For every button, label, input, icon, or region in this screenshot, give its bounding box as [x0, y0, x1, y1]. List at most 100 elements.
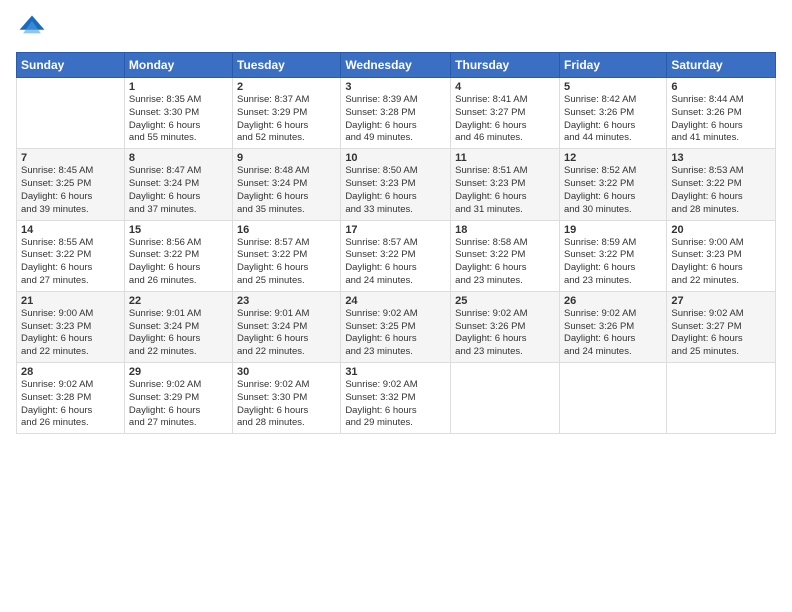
col-header-friday: Friday: [559, 53, 666, 78]
week-row-2: 14Sunrise: 8:55 AM Sunset: 3:22 PM Dayli…: [17, 220, 776, 291]
day-info: Sunrise: 8:45 AM Sunset: 3:25 PM Dayligh…: [21, 165, 120, 216]
col-header-thursday: Thursday: [451, 53, 560, 78]
day-info: Sunrise: 9:01 AM Sunset: 3:24 PM Dayligh…: [237, 308, 336, 359]
day-info: Sunrise: 8:41 AM Sunset: 3:27 PM Dayligh…: [455, 94, 555, 145]
day-number: 16: [237, 224, 336, 236]
week-row-0: 1Sunrise: 8:35 AM Sunset: 3:30 PM Daylig…: [17, 78, 776, 149]
header: [16, 12, 776, 44]
week-row-4: 28Sunrise: 9:02 AM Sunset: 3:28 PM Dayli…: [17, 363, 776, 434]
day-info: Sunrise: 8:47 AM Sunset: 3:24 PM Dayligh…: [129, 165, 228, 216]
day-number: 19: [564, 224, 662, 236]
day-cell: 9Sunrise: 8:48 AM Sunset: 3:24 PM Daylig…: [233, 149, 341, 220]
day-number: 28: [21, 366, 120, 378]
day-cell: [451, 363, 560, 434]
day-cell: 21Sunrise: 9:00 AM Sunset: 3:23 PM Dayli…: [17, 291, 125, 362]
day-info: Sunrise: 8:55 AM Sunset: 3:22 PM Dayligh…: [21, 237, 120, 288]
day-info: Sunrise: 8:59 AM Sunset: 3:22 PM Dayligh…: [564, 237, 662, 288]
week-row-1: 7Sunrise: 8:45 AM Sunset: 3:25 PM Daylig…: [17, 149, 776, 220]
day-cell: 28Sunrise: 9:02 AM Sunset: 3:28 PM Dayli…: [17, 363, 125, 434]
day-cell: 24Sunrise: 9:02 AM Sunset: 3:25 PM Dayli…: [341, 291, 451, 362]
day-cell: 30Sunrise: 9:02 AM Sunset: 3:30 PM Dayli…: [233, 363, 341, 434]
day-cell: 15Sunrise: 8:56 AM Sunset: 3:22 PM Dayli…: [124, 220, 232, 291]
day-info: Sunrise: 8:57 AM Sunset: 3:22 PM Dayligh…: [237, 237, 336, 288]
day-cell: 22Sunrise: 9:01 AM Sunset: 3:24 PM Dayli…: [124, 291, 232, 362]
day-cell: 3Sunrise: 8:39 AM Sunset: 3:28 PM Daylig…: [341, 78, 451, 149]
day-info: Sunrise: 9:02 AM Sunset: 3:30 PM Dayligh…: [237, 379, 336, 430]
calendar-header-row: SundayMondayTuesdayWednesdayThursdayFrid…: [17, 53, 776, 78]
week-row-3: 21Sunrise: 9:00 AM Sunset: 3:23 PM Dayli…: [17, 291, 776, 362]
day-cell: 7Sunrise: 8:45 AM Sunset: 3:25 PM Daylig…: [17, 149, 125, 220]
day-info: Sunrise: 8:56 AM Sunset: 3:22 PM Dayligh…: [129, 237, 228, 288]
day-number: 22: [129, 295, 228, 307]
col-header-sunday: Sunday: [17, 53, 125, 78]
day-number: 5: [564, 81, 662, 93]
day-cell: 16Sunrise: 8:57 AM Sunset: 3:22 PM Dayli…: [233, 220, 341, 291]
day-number: 13: [671, 152, 771, 164]
day-number: 27: [671, 295, 771, 307]
day-number: 6: [671, 81, 771, 93]
day-cell: [559, 363, 666, 434]
day-info: Sunrise: 8:51 AM Sunset: 3:23 PM Dayligh…: [455, 165, 555, 216]
day-number: 18: [455, 224, 555, 236]
day-cell: 26Sunrise: 9:02 AM Sunset: 3:26 PM Dayli…: [559, 291, 666, 362]
day-number: 11: [455, 152, 555, 164]
day-info: Sunrise: 8:57 AM Sunset: 3:22 PM Dayligh…: [345, 237, 446, 288]
day-info: Sunrise: 8:53 AM Sunset: 3:22 PM Dayligh…: [671, 165, 771, 216]
day-info: Sunrise: 9:02 AM Sunset: 3:26 PM Dayligh…: [455, 308, 555, 359]
day-cell: 13Sunrise: 8:53 AM Sunset: 3:22 PM Dayli…: [667, 149, 776, 220]
day-info: Sunrise: 8:50 AM Sunset: 3:23 PM Dayligh…: [345, 165, 446, 216]
day-cell: 5Sunrise: 8:42 AM Sunset: 3:26 PM Daylig…: [559, 78, 666, 149]
day-number: 12: [564, 152, 662, 164]
day-info: Sunrise: 9:02 AM Sunset: 3:29 PM Dayligh…: [129, 379, 228, 430]
day-info: Sunrise: 8:39 AM Sunset: 3:28 PM Dayligh…: [345, 94, 446, 145]
day-info: Sunrise: 9:02 AM Sunset: 3:25 PM Dayligh…: [345, 308, 446, 359]
day-info: Sunrise: 8:35 AM Sunset: 3:30 PM Dayligh…: [129, 94, 228, 145]
day-number: 1: [129, 81, 228, 93]
day-number: 26: [564, 295, 662, 307]
day-info: Sunrise: 8:44 AM Sunset: 3:26 PM Dayligh…: [671, 94, 771, 145]
logo-icon: [16, 12, 48, 44]
day-cell: 12Sunrise: 8:52 AM Sunset: 3:22 PM Dayli…: [559, 149, 666, 220]
day-cell: [667, 363, 776, 434]
col-header-saturday: Saturday: [667, 53, 776, 78]
day-info: Sunrise: 9:02 AM Sunset: 3:32 PM Dayligh…: [345, 379, 446, 430]
day-number: 10: [345, 152, 446, 164]
logo: [16, 12, 52, 44]
page: SundayMondayTuesdayWednesdayThursdayFrid…: [0, 0, 792, 612]
day-info: Sunrise: 9:00 AM Sunset: 3:23 PM Dayligh…: [21, 308, 120, 359]
day-cell: 29Sunrise: 9:02 AM Sunset: 3:29 PM Dayli…: [124, 363, 232, 434]
day-number: 31: [345, 366, 446, 378]
day-info: Sunrise: 8:37 AM Sunset: 3:29 PM Dayligh…: [237, 94, 336, 145]
day-cell: 27Sunrise: 9:02 AM Sunset: 3:27 PM Dayli…: [667, 291, 776, 362]
calendar: SundayMondayTuesdayWednesdayThursdayFrid…: [16, 52, 776, 434]
day-info: Sunrise: 8:48 AM Sunset: 3:24 PM Dayligh…: [237, 165, 336, 216]
col-header-monday: Monday: [124, 53, 232, 78]
day-cell: 8Sunrise: 8:47 AM Sunset: 3:24 PM Daylig…: [124, 149, 232, 220]
day-number: 15: [129, 224, 228, 236]
day-cell: 10Sunrise: 8:50 AM Sunset: 3:23 PM Dayli…: [341, 149, 451, 220]
day-cell: 4Sunrise: 8:41 AM Sunset: 3:27 PM Daylig…: [451, 78, 560, 149]
day-number: 17: [345, 224, 446, 236]
day-cell: 31Sunrise: 9:02 AM Sunset: 3:32 PM Dayli…: [341, 363, 451, 434]
day-cell: 6Sunrise: 8:44 AM Sunset: 3:26 PM Daylig…: [667, 78, 776, 149]
day-cell: 1Sunrise: 8:35 AM Sunset: 3:30 PM Daylig…: [124, 78, 232, 149]
day-info: Sunrise: 9:00 AM Sunset: 3:23 PM Dayligh…: [671, 237, 771, 288]
day-number: 25: [455, 295, 555, 307]
day-number: 24: [345, 295, 446, 307]
day-cell: 14Sunrise: 8:55 AM Sunset: 3:22 PM Dayli…: [17, 220, 125, 291]
day-cell: 18Sunrise: 8:58 AM Sunset: 3:22 PM Dayli…: [451, 220, 560, 291]
day-cell: 19Sunrise: 8:59 AM Sunset: 3:22 PM Dayli…: [559, 220, 666, 291]
day-number: 20: [671, 224, 771, 236]
day-number: 9: [237, 152, 336, 164]
day-number: 7: [21, 152, 120, 164]
day-info: Sunrise: 9:02 AM Sunset: 3:26 PM Dayligh…: [564, 308, 662, 359]
day-cell: 25Sunrise: 9:02 AM Sunset: 3:26 PM Dayli…: [451, 291, 560, 362]
day-number: 29: [129, 366, 228, 378]
day-cell: 20Sunrise: 9:00 AM Sunset: 3:23 PM Dayli…: [667, 220, 776, 291]
day-number: 30: [237, 366, 336, 378]
day-number: 14: [21, 224, 120, 236]
day-info: Sunrise: 8:58 AM Sunset: 3:22 PM Dayligh…: [455, 237, 555, 288]
day-cell: [17, 78, 125, 149]
day-info: Sunrise: 9:02 AM Sunset: 3:28 PM Dayligh…: [21, 379, 120, 430]
day-info: Sunrise: 8:42 AM Sunset: 3:26 PM Dayligh…: [564, 94, 662, 145]
